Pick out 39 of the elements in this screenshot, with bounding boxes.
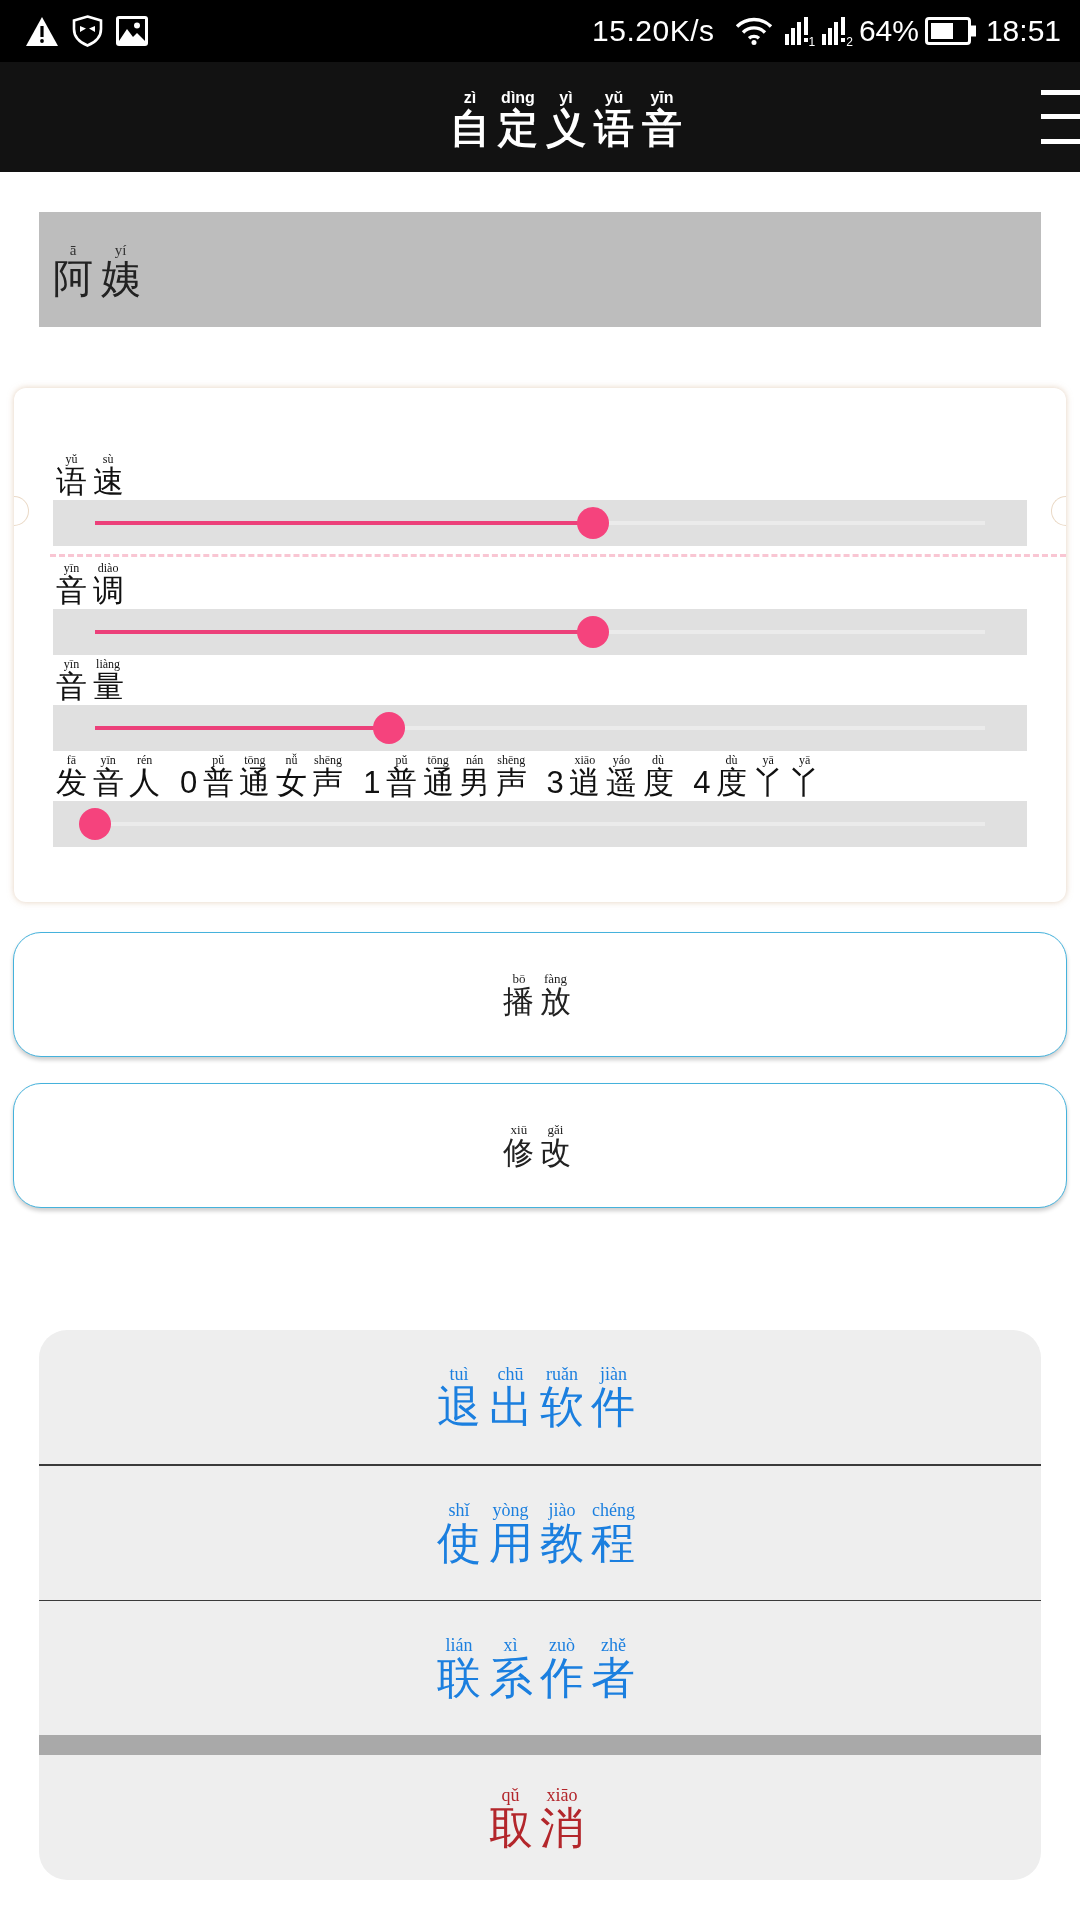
slider-track[interactable] [53,801,1027,847]
page-title: 自定义语音 [450,107,690,149]
wifi-icon [734,17,773,45]
signal-icon [784,17,808,45]
slider-track[interactable] [53,500,1027,546]
menu-item[interactable]: lián xì zuò zhě 联系作者 [39,1601,1041,1735]
ticket-notch [1051,496,1066,526]
slider-label: 音量 [56,671,130,703]
warning-icon [26,16,58,46]
name-field[interactable]: ā yí 阿姨 [39,212,1041,327]
pinyin-text: yǔ sù [65,452,115,466]
menu-item[interactable]: shǐ yòng jiào chéng 使用教程 [39,1465,1041,1600]
slider-track[interactable] [53,609,1027,655]
network-speed: 15.20K/s [592,14,715,48]
clock-time: 18:51 [985,14,1061,48]
menu-item[interactable]: tuì chū ruǎn jiàn 退出软件 [39,1330,1041,1464]
pinyin-text: fā yīn rén pǔ tōng nǚ shēng pǔ tōng nán shēng xiāo yáo dù dù yā yā [65,753,812,767]
sim-number: 1 [808,36,816,48]
action-button[interactable]: xiū gǎi 修改 [13,1083,1067,1208]
slider-thumb[interactable] [79,808,111,840]
slider-track[interactable] [53,705,1027,751]
battery-icon [924,17,976,45]
slider-label: 语速 [56,466,130,498]
cancel-button[interactable]: qǔ xiāo 取消 [39,1755,1041,1880]
image-icon [116,16,148,46]
slider-thumb[interactable] [577,507,610,539]
action-button[interactable]: bō fàng 播放 [13,932,1067,1057]
shield-icon [72,15,103,47]
pinyin-text: yīn diào [62,561,120,575]
battery-percent: 64% [858,14,919,48]
pinyin-text: zì dìng yì yǔ yīn [462,89,675,107]
slider-label: 音调 [56,575,130,607]
slider-thumb[interactable] [372,712,405,744]
signal-icon [822,17,846,45]
slider-label: 发音人 0普通女声 1普通男声 3逍遥度 4度丫丫 [56,767,826,799]
sim-number: 2 [846,36,853,48]
pinyin-text: yīn liàng [62,657,122,671]
menu-icon[interactable] [1041,90,1080,144]
slider-thumb[interactable] [577,616,610,648]
